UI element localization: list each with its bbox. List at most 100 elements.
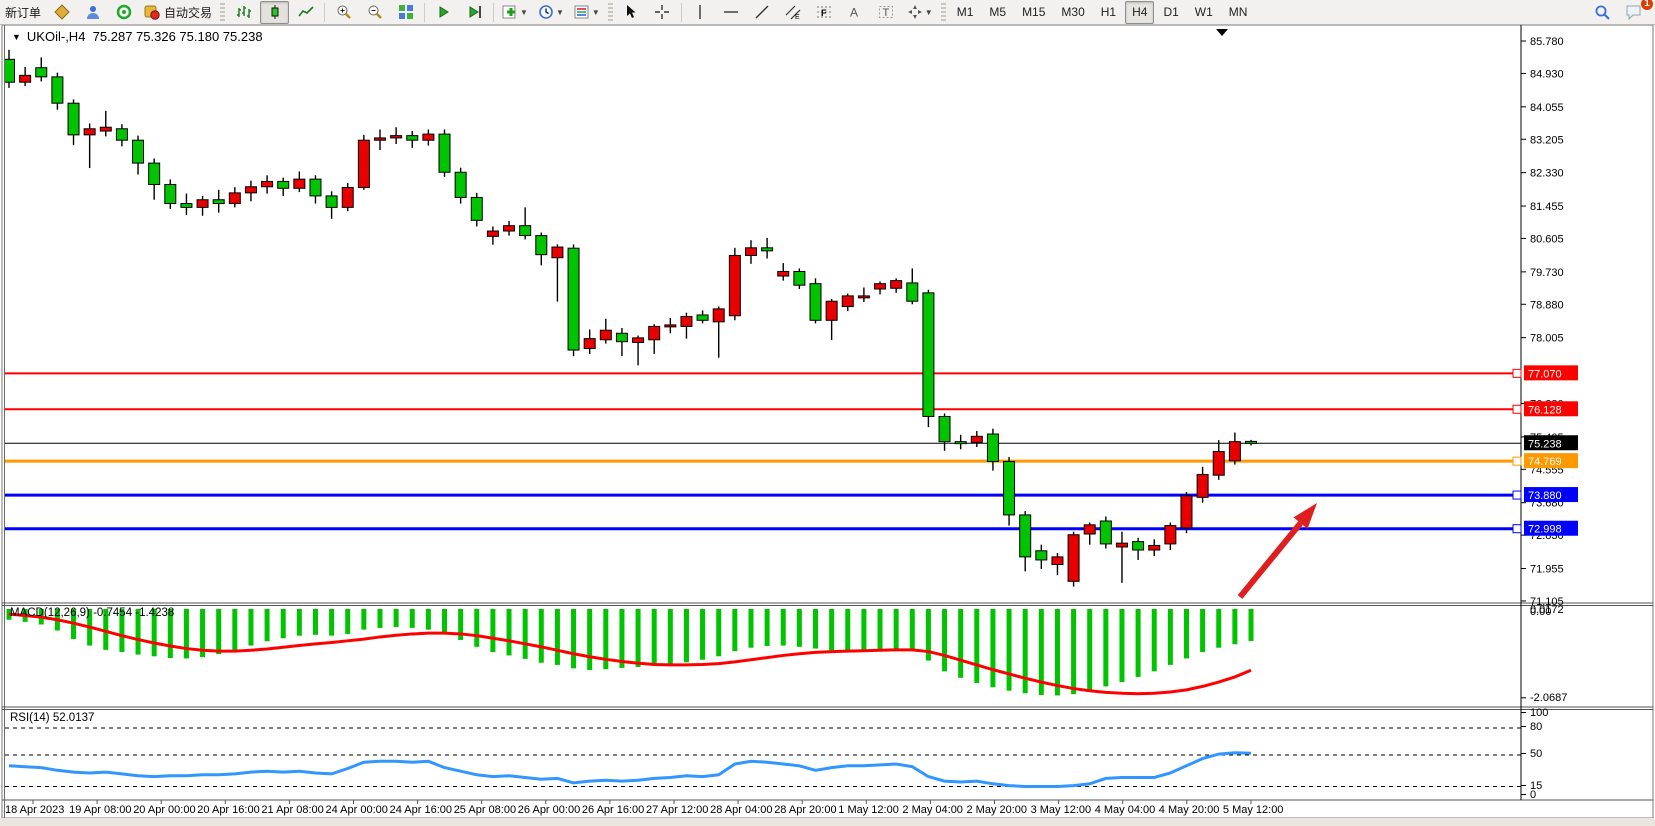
- signals-button[interactable]: [109, 1, 138, 24]
- tile-windows-icon: [398, 4, 414, 20]
- macd-histogram-bar: [232, 609, 237, 650]
- candle-body: [794, 271, 805, 285]
- candle-body: [439, 134, 450, 172]
- line-handle[interactable]: [1513, 491, 1521, 499]
- profile-button[interactable]: [78, 1, 107, 24]
- line-handle[interactable]: [1513, 369, 1521, 377]
- price-line-label: 75.238: [1528, 438, 1562, 450]
- candle-body: [697, 315, 708, 320]
- candle-body: [20, 75, 31, 82]
- macd-histogram-bar: [1023, 609, 1028, 693]
- time-tick-label: 27 Apr 12:00: [646, 804, 708, 816]
- cursor-tool-button[interactable]: [617, 1, 646, 24]
- notifications-button[interactable]: 1: [1619, 1, 1648, 24]
- time-tick-label: 4 May 20:00: [1159, 804, 1220, 816]
- equidistant-channel-icon: E: [785, 4, 801, 20]
- timeframe-M30[interactable]: M30: [1054, 1, 1091, 24]
- candle-body: [649, 326, 660, 339]
- timeframe-M15[interactable]: M15: [1015, 1, 1052, 24]
- period-button[interactable]: ▼: [534, 1, 568, 24]
- timeframe-D1[interactable]: D1: [1156, 1, 1185, 24]
- time-tick-label: 2 May 04:00: [902, 804, 963, 816]
- chart-title: ▼UKOil-,H4 75.287 75.326 75.180 75.238: [12, 29, 263, 44]
- search-icon: [1594, 4, 1611, 21]
- zoom-in-button[interactable]: [329, 1, 358, 24]
- add-indicator-button[interactable]: ▼: [498, 1, 532, 24]
- vertical-line-tool-button[interactable]: [686, 1, 715, 24]
- candle-body: [536, 236, 547, 255]
- auto-scroll-button[interactable]: [429, 1, 458, 24]
- crosshair-icon: [654, 4, 670, 20]
- timeframe-W1[interactable]: W1: [1188, 1, 1220, 24]
- candle-body: [713, 309, 724, 322]
- price-tick-label: 78.005: [1530, 333, 1564, 345]
- chart-canvas[interactable]: 85.78084.93084.05583.20582.33081.45580.6…: [0, 0, 1655, 826]
- macd-histogram-bar: [668, 609, 673, 664]
- candle-body: [326, 196, 337, 207]
- new-order-button[interactable]: 新订单: [1, 1, 45, 24]
- arrows-tool-button[interactable]: ▼: [903, 1, 937, 24]
- candle-body: [116, 129, 127, 140]
- timeframe-M1[interactable]: M1: [950, 1, 981, 24]
- timeframe-M5[interactable]: M5: [982, 1, 1013, 24]
- macd-histogram-bar: [281, 609, 286, 638]
- price-line-label: 72.998: [1528, 524, 1562, 536]
- market-button[interactable]: [47, 1, 76, 24]
- line-handle[interactable]: [1513, 405, 1521, 413]
- timeframe-H1[interactable]: H1: [1094, 1, 1123, 24]
- zoom-out-button[interactable]: [360, 1, 389, 24]
- bar-chart-mode-button[interactable]: [229, 1, 258, 24]
- search-button[interactable]: [1588, 1, 1617, 24]
- macd-scale-top: 0.0172: [1530, 604, 1564, 616]
- line-chart-mode-button[interactable]: [291, 1, 320, 24]
- toolbar-separator: [424, 3, 425, 22]
- timeframe-MN[interactable]: MN: [1222, 1, 1255, 24]
- time-tick-label: 20 Apr 16:00: [197, 804, 259, 816]
- candle-body: [229, 193, 240, 204]
- auto-trading-button[interactable]: 自动交易: [140, 1, 216, 24]
- candle-body: [1229, 442, 1240, 461]
- candle-body: [955, 442, 966, 444]
- macd-histogram-bar: [1152, 609, 1157, 671]
- text-tool-button[interactable]: A: [841, 1, 870, 24]
- candle-body: [245, 187, 256, 193]
- candle-body: [100, 127, 111, 131]
- candle-body: [858, 296, 869, 298]
- profile-icon: [85, 4, 101, 20]
- trendline-tool-button[interactable]: [748, 1, 777, 24]
- text-label-tool-button[interactable]: T: [872, 1, 901, 24]
- candle-body: [1036, 551, 1047, 560]
- candle-body: [939, 416, 950, 441]
- timeframe-group: M1M5M15M30H1H4D1W1MN: [949, 1, 1256, 24]
- price-tick-label: 81.455: [1530, 201, 1564, 213]
- rsi-scale-label: 0: [1530, 789, 1536, 801]
- candle-body: [1133, 542, 1144, 550]
- arrow-shapes-icon: [907, 4, 923, 20]
- timeframe-H4[interactable]: H4: [1125, 1, 1154, 24]
- line-handle[interactable]: [1513, 457, 1521, 465]
- template-button[interactable]: ▼: [570, 1, 604, 24]
- macd-histogram-bar: [216, 609, 221, 654]
- candle-body: [149, 163, 160, 184]
- time-tick-label: 24 Apr 16:00: [390, 804, 452, 816]
- candle-body: [84, 129, 95, 135]
- candle-body: [987, 434, 998, 461]
- tile-windows-button[interactable]: [391, 1, 420, 24]
- channel-tool-button[interactable]: E: [779, 1, 808, 24]
- macd-histogram-bar: [587, 609, 592, 670]
- line-handle[interactable]: [1513, 525, 1521, 533]
- macd-histogram-bar: [861, 609, 866, 651]
- toolbar-grip: [220, 3, 225, 22]
- symbol-dropdown-icon[interactable]: ▼: [12, 32, 21, 42]
- crosshair-tool-button[interactable]: [648, 1, 677, 24]
- candle-body: [875, 284, 886, 289]
- candlestick-mode-button[interactable]: [260, 1, 289, 24]
- horizontal-line-tool-button[interactable]: [717, 1, 746, 24]
- macd-histogram-bar: [910, 609, 915, 650]
- macd-histogram-bar: [781, 609, 786, 646]
- chart-shift-button[interactable]: [460, 1, 489, 24]
- svg-text:E: E: [795, 14, 800, 20]
- zoom-in-icon: [336, 4, 352, 20]
- time-tick-label: 28 Apr 20:00: [774, 804, 836, 816]
- fibonacci-tool-button[interactable]: F: [810, 1, 839, 24]
